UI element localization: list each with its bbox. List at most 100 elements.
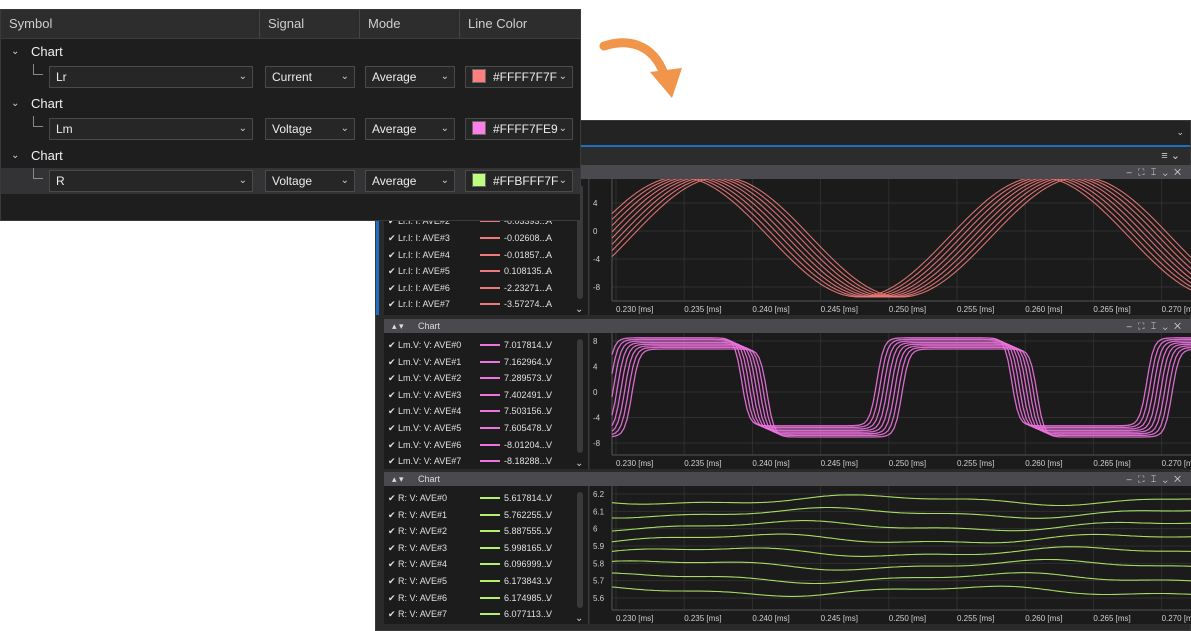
legend-scrollbar[interactable] (577, 339, 583, 453)
chevron-down-icon: ⌄ (558, 175, 567, 186)
signal-value: Voltage (272, 174, 313, 188)
collapse-controls-icon[interactable]: ▴ ▾ (392, 472, 404, 486)
line-color-picker[interactable]: #FFFF7F7F ⌄ (465, 66, 573, 88)
y-tick-label: 0 (593, 227, 598, 236)
signal-value: Voltage (272, 122, 313, 136)
legend-value: 0.108135... (504, 266, 550, 277)
series-line (611, 558, 1191, 571)
legend-line-swatch (480, 596, 500, 599)
legend-unit: V (546, 526, 553, 537)
table-row[interactable]: Lr ⌄ Current ⌄ Average ⌄ #FFFF7F7F ⌄ (1, 64, 580, 90)
legend-unit: A (546, 266, 553, 277)
chevron-down-icon[interactable]: ⌄ (11, 144, 19, 168)
legend-line-swatch (480, 546, 500, 549)
signal-dropdown[interactable]: Voltage ⌄ (265, 118, 355, 140)
legend-unit: V (546, 542, 553, 553)
y-tick-label: 5.6 (593, 594, 605, 603)
legend-series-name: ✔ Lm.V: V: AVE#2 (388, 373, 462, 384)
x-tick-label: 0.260 [ms] (1025, 614, 1062, 623)
legend-series-name: ✔ R: V: AVE#0 (388, 493, 448, 503)
legend-series-name: ✔ R: V: AVE#6 (388, 592, 448, 603)
legend-line-swatch (480, 286, 500, 289)
legend-unit: V (546, 592, 553, 603)
series-line (611, 348, 1191, 438)
legend-line-swatch (480, 580, 500, 582)
legend-value: 7.289573... (504, 373, 550, 384)
chevron-down-icon[interactable]: ⌄ (11, 92, 19, 116)
legend-series-name: ✔ Lr.I: I: AVE#6 (388, 282, 450, 293)
legend-value: -3.57274... (504, 299, 548, 310)
pane-window-controls[interactable]: – ⛶ ⌶ ⌄ ✕ (1127, 472, 1183, 486)
legend-line-swatch (480, 270, 500, 273)
mode-value: Average (372, 122, 417, 136)
chart-pane: ▴ ▾ Chart – ⛶ ⌶ ⌄ ✕ ✔ R: V: AVE#0 5.617814..… (384, 472, 1191, 624)
tree-group-chart[interactable]: ⌄ Chart (1, 40, 580, 64)
table-row-selected[interactable]: R ⌄ Voltage ⌄ Average ⌄ #FFBFFF7F ⌄ (1, 168, 580, 194)
legend-series-name: ✔ Lm.V: V: AVE#1 (388, 356, 462, 367)
legend-line-swatch (480, 393, 500, 396)
symbol-dropdown[interactable]: Lr ⌄ (49, 66, 253, 88)
table-row[interactable]: Lm ⌄ Voltage ⌄ Average ⌄ #FFFF7FE9 ⌄ (1, 116, 580, 142)
legend-series-name: ✔ Lr.I: I: AVE#5 (388, 266, 450, 277)
x-tick-label: 0.270 [ms] (1162, 305, 1191, 314)
legend-scrollbar[interactable] (577, 492, 583, 608)
pane-window-controls[interactable]: – ⛶ ⌶ ⌄ ✕ (1127, 319, 1183, 333)
mode-dropdown[interactable]: Average ⌄ (365, 118, 455, 140)
legend-value: 6.077113... (504, 609, 549, 620)
y-tick-label: 8 (593, 337, 598, 346)
legend-value: -2.23271... (504, 282, 548, 293)
series-line (611, 506, 1191, 519)
legend-unit: V (546, 576, 553, 586)
x-tick-label: 0.260 [ms] (1025, 459, 1062, 468)
plot-area[interactable]: 0.230 [ms] 0.235 [ms] 0.240 [ms] 0.245 [ms]… (590, 333, 1191, 469)
y-tick-label: -4 (593, 255, 601, 264)
plot-area[interactable]: 0.230 [ms] 0.235 [ms] 0.240 [ms] 0.245 [ms]… (590, 179, 1191, 315)
mode-dropdown[interactable]: Average ⌄ (365, 66, 455, 88)
symbol-value: Lr (56, 70, 67, 84)
column-header-signal[interactable]: Signal (260, 10, 360, 38)
legend-unit: V (546, 509, 553, 520)
hamburger-menu-icon[interactable]: ≡ ⌄ (1161, 149, 1180, 162)
line-color-picker[interactable]: #FFFF7FE9 ⌄ (465, 118, 573, 140)
legend-value: 7.503156... (504, 406, 550, 417)
plot-area[interactable]: 0.230 [ms] 0.235 [ms] 0.240 [ms] 0.245 [ms]… (590, 486, 1191, 624)
y-tick-label: 5.8 (593, 559, 605, 568)
table-header: Symbol Signal Mode Line Color (1, 10, 580, 39)
chevron-down-icon[interactable]: ⌄ (1176, 127, 1184, 138)
legend-value: 7.605478... (504, 423, 550, 433)
series-line (612, 572, 1191, 585)
scroll-down-icon[interactable]: ⌄ (575, 613, 583, 624)
y-tick-label: 5.9 (593, 542, 605, 551)
column-header-mode[interactable]: Mode (360, 10, 460, 38)
signal-dropdown[interactable]: Current ⌄ (265, 66, 355, 88)
y-tick-label: 0 (593, 388, 598, 397)
y-tick-label: -8 (593, 439, 601, 448)
legend-unit: A (546, 282, 553, 293)
chevron-down-icon[interactable]: ⌄ (11, 40, 19, 64)
scroll-down-icon[interactable]: ⌄ (575, 304, 583, 315)
y-tick-label: -8 (593, 283, 601, 292)
chart-settings-table: Symbol Signal Mode Line Color ⌄ Chart Lr… (0, 9, 581, 221)
legend-line-swatch (480, 530, 500, 533)
pane-window-controls[interactable]: – ⛶ ⌶ ⌄ ✕ (1127, 165, 1183, 179)
column-header-line-color[interactable]: Line Color (460, 10, 580, 38)
legend-unit: V (546, 356, 553, 367)
tree-group-chart[interactable]: ⌄ Chart (1, 144, 580, 168)
symbol-dropdown[interactable]: Lm ⌄ (49, 118, 253, 140)
legend-value: 7.162964... (504, 356, 550, 367)
legend-unit: V (546, 406, 553, 417)
collapse-controls-icon[interactable]: ▴ ▾ (392, 319, 404, 333)
tree-group-chart[interactable]: ⌄ Chart (1, 92, 580, 116)
line-color-picker[interactable]: #FFBFFF7F ⌄ (465, 170, 573, 192)
x-tick-label: 0.260 [ms] (1025, 305, 1062, 314)
scroll-down-icon[interactable]: ⌄ (575, 458, 583, 469)
column-header-symbol[interactable]: Symbol (1, 10, 260, 38)
series-line (611, 520, 1191, 532)
mode-dropdown[interactable]: Average ⌄ (365, 170, 455, 192)
symbol-dropdown[interactable]: R ⌄ (49, 170, 253, 192)
x-tick-label: 0.255 [ms] (957, 614, 994, 623)
color-value: #FFFF7FE9 (493, 122, 558, 136)
legend-line-swatch (480, 443, 500, 446)
signal-dropdown[interactable]: Voltage ⌄ (265, 170, 355, 192)
series-line (611, 340, 1191, 430)
